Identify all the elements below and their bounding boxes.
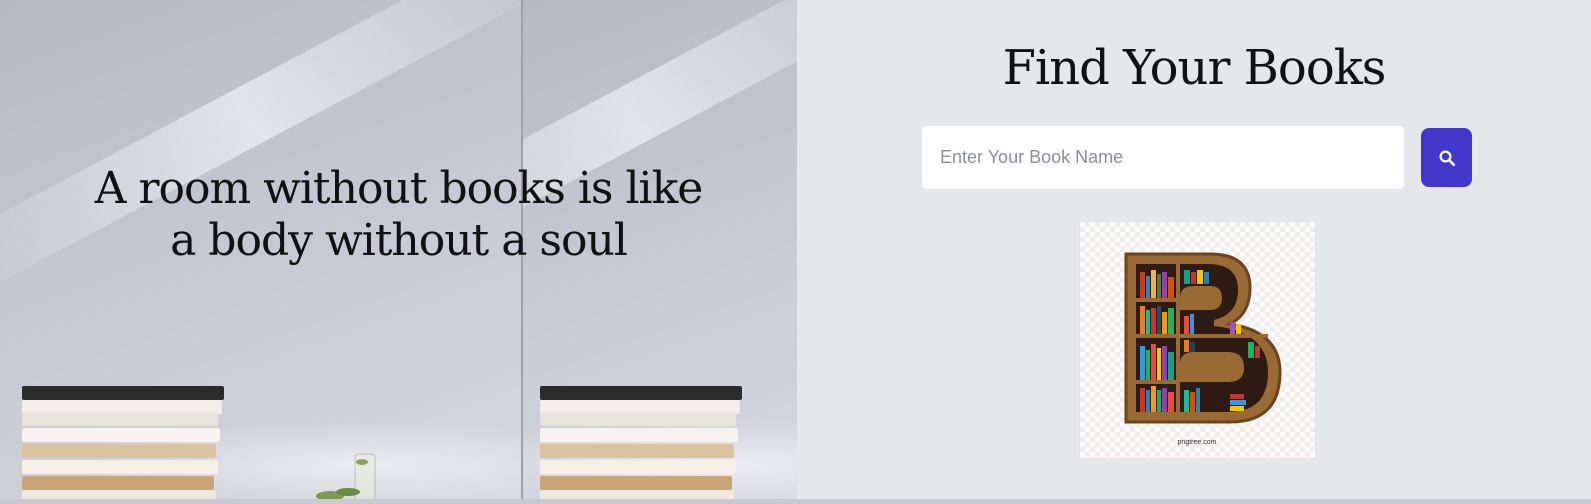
bookshelf-b-icon: pngtree.com (1124, 252, 1282, 446)
book-stack-image (22, 384, 227, 504)
search-button[interactable] (1421, 128, 1472, 187)
search-icon (1439, 150, 1455, 166)
search-section: Find Your Books Enter Your Book Name png… (797, 0, 1591, 504)
hero-section: A room without books is like a body with… (0, 0, 797, 504)
hero-quote-line-2: a body without a soul (170, 215, 628, 266)
page-title: Find Your Books (1002, 40, 1387, 96)
hero-quote: A room without books is like a body with… (0, 163, 797, 267)
book-search-input[interactable] (922, 126, 1404, 189)
bottom-scrollbar[interactable] (0, 499, 1591, 504)
hero-quote-line-1: A room without books is like (94, 163, 704, 214)
book-stack-image (540, 384, 745, 504)
bookshelf-letter-b-logo: pngtree.com (1079, 221, 1316, 459)
logo-watermark-text: pngtree.com (1178, 439, 1217, 446)
plant-image (300, 453, 400, 504)
